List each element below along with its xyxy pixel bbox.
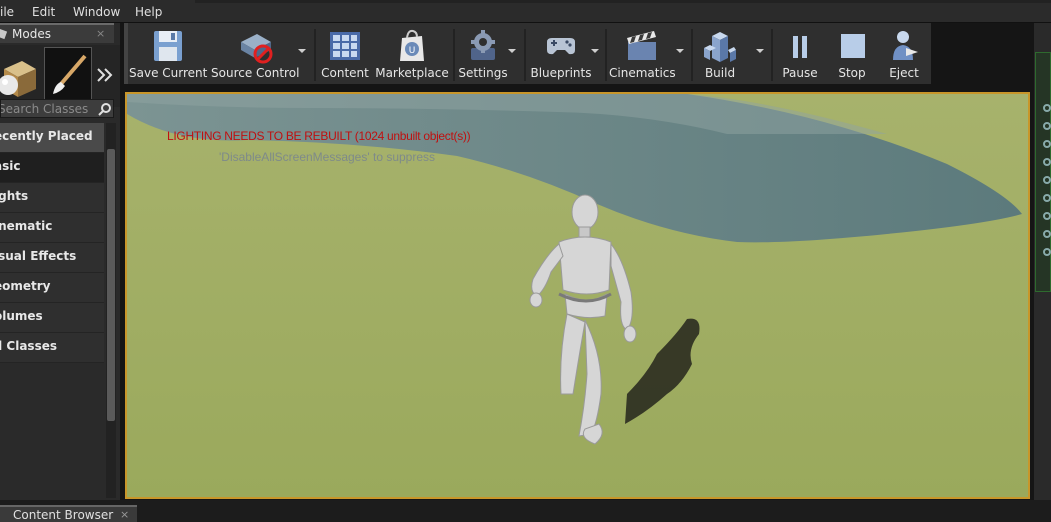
- eject-button[interactable]: Eject: [880, 23, 928, 84]
- category-basic[interactable]: asic: [0, 153, 104, 183]
- category-all-classes[interactable]: ll Classes: [0, 333, 104, 363]
- visibility-eye-icon[interactable]: [1043, 140, 1051, 148]
- double-chevron-right-icon: [97, 68, 113, 82]
- paintbrush-icon: [53, 54, 87, 94]
- outliner-panel: [1035, 52, 1051, 292]
- svg-text:U: U: [409, 46, 416, 56]
- place-mode-button[interactable]: [0, 47, 38, 103]
- stop-button[interactable]: Stop: [828, 23, 876, 84]
- modes-tab-close-icon[interactable]: ×: [96, 27, 105, 40]
- pause-button[interactable]: Pause: [776, 23, 824, 84]
- title-strip: [195, 0, 1051, 3]
- cinematics-button[interactable]: Cinematics: [609, 23, 676, 84]
- category-cinematic[interactable]: inematic: [0, 213, 104, 243]
- cinematics-icon: [627, 31, 656, 60]
- visibility-eye-icon[interactable]: [1043, 248, 1051, 256]
- mode-selector: [0, 45, 120, 107]
- settings-icon: [471, 30, 495, 60]
- lighting-warning: LIGHTING NEEDS TO BE REBUILT (1024 unbui…: [167, 129, 471, 143]
- build-button[interactable]: Build: [695, 23, 745, 84]
- category-lights[interactable]: ights: [0, 183, 104, 213]
- content-browser-label: Content Browser: [13, 508, 114, 522]
- category-geometry[interactable]: eometry: [0, 273, 104, 303]
- pause-icon: [793, 36, 807, 58]
- suppress-hint: 'DisableAllScreenMessages' to suppress: [219, 150, 436, 164]
- cinematics-dropdown-icon[interactable]: [676, 49, 684, 53]
- blueprints-label: Blueprints: [530, 66, 592, 80]
- cinematics-label: Cinematics: [609, 66, 676, 80]
- search-icon[interactable]: [98, 102, 112, 116]
- menu-help[interactable]: Help: [135, 5, 162, 19]
- modes-tab-label: Modes: [12, 27, 51, 41]
- content-button[interactable]: Content: [318, 23, 372, 84]
- toolbar-separator: [605, 29, 607, 81]
- toolbar-separator: [524, 29, 526, 81]
- category-scrollbar-thumb[interactable]: [107, 149, 115, 421]
- blueprints-icon: [547, 38, 575, 55]
- visibility-eye-icon[interactable]: [1043, 230, 1051, 238]
- menu-file[interactable]: ile: [0, 5, 14, 19]
- source-control-button[interactable]: Source Control: [211, 23, 299, 84]
- eject-label: Eject: [889, 66, 919, 80]
- place-mode-icon: [0, 61, 36, 97]
- paint-mode-button[interactable]: [44, 47, 92, 103]
- marketplace-label: Marketplace: [375, 66, 449, 80]
- modes-tab[interactable]: Modes ×: [0, 23, 114, 43]
- visibility-eye-icon[interactable]: [1043, 212, 1051, 220]
- bottom-panel: [0, 500, 1051, 522]
- build-dropdown-icon[interactable]: [756, 49, 764, 53]
- eject-icon: [893, 31, 918, 60]
- visibility-eye-icon[interactable]: [1043, 104, 1051, 112]
- modes-panel: Modes × Search Classes ecently Placed si…: [0, 23, 120, 500]
- stop-icon: [841, 34, 865, 58]
- marketplace-button[interactable]: U Marketplace: [375, 23, 449, 84]
- editor-window: ile Edit Window Help Modes × Search Clas…: [0, 0, 1051, 522]
- content-icon: [330, 32, 360, 60]
- menu-bar: ile Edit Window Help: [0, 0, 1051, 23]
- save-icon: [154, 31, 182, 61]
- level-viewport[interactable]: LIGHTING NEEDS TO BE REBUILT (1024 unbui…: [125, 92, 1030, 499]
- build-label: Build: [704, 66, 736, 80]
- toolbar-separator: [691, 29, 693, 81]
- blueprints-button[interactable]: Blueprints: [528, 23, 594, 84]
- source-control-icon: [241, 34, 273, 64]
- category-volumes[interactable]: olumes: [0, 303, 104, 333]
- source-control-label: Source Control: [211, 66, 300, 80]
- search-classes: [0, 99, 114, 118]
- toolbar-separator: [771, 29, 773, 81]
- marketplace-icon: U: [400, 29, 424, 61]
- content-label: Content: [321, 66, 369, 80]
- category-recently-placed[interactable]: ecently Placed: [0, 123, 104, 153]
- visibility-eye-icon[interactable]: [1043, 194, 1051, 202]
- visibility-eye-icon[interactable]: [1043, 158, 1051, 166]
- toolbar-grip: [124, 23, 128, 84]
- build-icon: [704, 32, 736, 62]
- menu-window[interactable]: Window: [73, 5, 120, 19]
- pause-label: Pause: [782, 66, 818, 80]
- category-list: ecently Placed asic ights inematic isual…: [0, 123, 104, 363]
- modes-tab-icon: [0, 28, 8, 40]
- settings-label: Settings: [458, 66, 508, 80]
- content-browser-tab[interactable]: Content Browser ×: [0, 505, 137, 522]
- source-control-dropdown-icon[interactable]: [298, 49, 306, 53]
- level-toolbar: Save Current Source Control Content U Ma…: [124, 23, 931, 84]
- search-classes-input[interactable]: [1, 100, 95, 117]
- category-visual-effects[interactable]: isual Effects: [0, 243, 104, 273]
- visibility-eye-icon[interactable]: [1043, 122, 1051, 130]
- settings-button[interactable]: Settings: [457, 23, 509, 84]
- toolbar-separator: [314, 29, 316, 81]
- save-current-label: Save Current: [129, 66, 208, 80]
- toolbar-separator: [453, 29, 455, 81]
- more-modes-button[interactable]: [94, 47, 118, 103]
- stop-label: Stop: [838, 66, 866, 80]
- content-browser-close-icon[interactable]: ×: [120, 508, 129, 521]
- settings-dropdown-icon[interactable]: [508, 49, 516, 53]
- blueprints-dropdown-icon[interactable]: [591, 49, 599, 53]
- visibility-eye-icon[interactable]: [1043, 176, 1051, 184]
- save-current-button[interactable]: Save Current: [129, 23, 207, 84]
- menu-edit[interactable]: Edit: [32, 5, 55, 19]
